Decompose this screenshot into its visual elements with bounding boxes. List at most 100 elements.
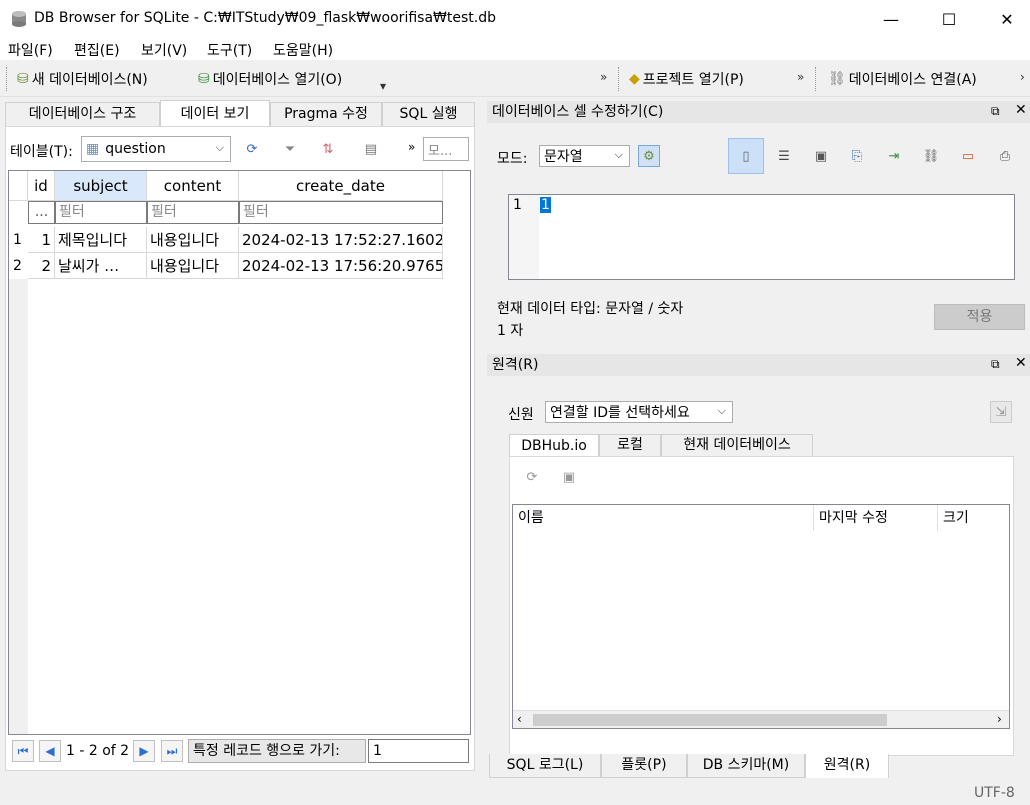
- identity-select[interactable]: 연결할 ID를 선택하세요 ⌵: [545, 401, 733, 423]
- column-header-content[interactable]: content: [147, 171, 239, 201]
- data-grid: id subject content create_date ... 필터 필터…: [8, 170, 471, 735]
- refresh-icon[interactable]: ⟳: [521, 466, 543, 488]
- new-database-label: 새 데이터베이스(N): [31, 72, 148, 88]
- set-as-null-icon[interactable]: ⇥: [883, 145, 905, 167]
- float-panel-icon[interactable]: ⧉: [991, 357, 1000, 372]
- goto-record-button[interactable]: 특정 레코드 행으로 가기:: [188, 739, 366, 763]
- table-cell[interactable]: 2024-02-13 17:52:27.160279: [239, 227, 443, 253]
- open-database-button[interactable]: ⛁ 데이터베이스 열기(O): [198, 69, 342, 89]
- toolbar-grip[interactable]: [6, 67, 9, 91]
- table-cell[interactable]: 날씨가 …: [55, 253, 147, 279]
- table-cell[interactable]: 2: [28, 253, 55, 279]
- attach-database-icon: ⛓: [828, 71, 846, 87]
- toolbar-overflow-2[interactable]: »: [797, 70, 804, 84]
- tab-edit-pragmas[interactable]: Pragma 수정: [270, 102, 382, 126]
- tab-remote[interactable]: 원격(R): [805, 754, 889, 778]
- tab-db-schema[interactable]: DB 스키마(M): [687, 754, 805, 778]
- remote-file-list[interactable]: 이름 마지막 수정 크기 ‹ ›: [512, 504, 1010, 729]
- table-cell[interactable]: 2024-02-13 17:56:20.976593: [239, 253, 443, 279]
- close-button[interactable]: ✕: [978, 0, 1030, 38]
- mode-label: 모드:: [497, 151, 528, 167]
- browse-overflow[interactable]: »: [408, 140, 415, 154]
- corner-header[interactable]: [9, 171, 28, 201]
- auto-switch-mode-icon[interactable]: ⚙: [638, 145, 660, 167]
- maximize-button[interactable]: ☐: [920, 0, 978, 38]
- row-header[interactable]: 1: [9, 227, 28, 253]
- attach-database-button[interactable]: ⛓ 데이터베이스 연결(A): [828, 69, 977, 89]
- print-icon[interactable]: ⎙: [994, 145, 1016, 167]
- word-wrap-icon[interactable]: ▯: [728, 138, 764, 174]
- remote-title: 원격(R): [487, 354, 1030, 376]
- tab-sql-log[interactable]: SQL 로그(L): [489, 754, 601, 778]
- filter-create-date[interactable]: 필터: [239, 201, 443, 224]
- title-bar: DB Browser for SQLite - C:₩ITStudy₩09_fl…: [0, 0, 1030, 38]
- apply-button[interactable]: 적용: [934, 304, 1025, 330]
- goto-record-input[interactable]: 1: [368, 739, 469, 763]
- new-database-button[interactable]: ⛁ 새 데이터베이스(N): [17, 69, 148, 89]
- tab-local[interactable]: 로컬: [599, 434, 661, 456]
- close-panel-icon[interactable]: ✕: [1015, 355, 1027, 371]
- horizontal-scrollbar[interactable]: ‹ ›: [513, 710, 1009, 728]
- table-select[interactable]: ▦ question ⌵: [81, 136, 231, 162]
- menu-view[interactable]: 보기(V): [141, 40, 187, 60]
- scrollbar-thumb[interactable]: [533, 714, 887, 726]
- filter-subject[interactable]: 필터: [55, 201, 147, 224]
- encoding-indicator: UTF-8: [974, 785, 1015, 801]
- save-table-icon[interactable]: ▤: [360, 138, 382, 160]
- toolbar-overflow-1[interactable]: »: [600, 70, 607, 84]
- column-header-id[interactable]: id: [28, 171, 55, 201]
- table-cell[interactable]: 제목입니다: [55, 227, 147, 253]
- clear-icon[interactable]: ▭: [957, 145, 979, 167]
- table-cell[interactable]: 내용입니다: [147, 227, 239, 253]
- clone-icon[interactable]: ▣: [558, 466, 580, 488]
- filter-id[interactable]: ...: [28, 201, 55, 224]
- tab-database-structure[interactable]: 데이터베이스 구조: [5, 102, 160, 126]
- sort-icon[interactable]: ⇅: [317, 138, 339, 160]
- remote-import-icon[interactable]: ⇲: [990, 401, 1012, 423]
- toolbar-grip[interactable]: [815, 67, 818, 91]
- column-header-create-date[interactable]: create_date: [239, 171, 443, 201]
- close-panel-icon[interactable]: ✕: [1015, 102, 1027, 118]
- go-last-icon[interactable]: ⏭: [161, 740, 183, 762]
- menu-tools[interactable]: 도구(T): [207, 40, 252, 60]
- record-navigation: ⏮ ◀ 1 - 2 of 2 ▶ ⏭ 특정 레코드 행으로 가기: 1: [8, 738, 471, 768]
- menu-edit[interactable]: 편집(E): [74, 40, 120, 60]
- dropdown-arrow-icon[interactable]: ▾: [380, 79, 386, 93]
- scroll-left-icon[interactable]: ‹: [517, 712, 522, 726]
- mode-select[interactable]: 문자열 ⌵: [539, 145, 630, 167]
- tab-browse-data[interactable]: 데이터 보기: [160, 100, 270, 126]
- export-icon[interactable]: ⎘: [846, 145, 868, 167]
- import-icon[interactable]: ▣: [810, 145, 832, 167]
- menu-help[interactable]: 도움말(H): [273, 40, 333, 60]
- column-header-subject[interactable]: subject: [55, 171, 147, 201]
- column-header-name[interactable]: 이름: [513, 505, 814, 531]
- link-icon[interactable]: ⛓: [920, 145, 942, 167]
- filter-content[interactable]: 필터: [147, 201, 239, 224]
- open-project-button[interactable]: ◆ 프로젝트 열기(P): [629, 69, 744, 89]
- tab-plot[interactable]: 플롯(P): [601, 754, 687, 778]
- toolbar-grip[interactable]: [618, 67, 621, 91]
- minimize-button[interactable]: —: [862, 0, 920, 38]
- go-next-icon[interactable]: ▶: [133, 740, 155, 762]
- refresh-icon[interactable]: ⟳: [241, 138, 263, 160]
- clear-filters-icon[interactable]: ⏷: [279, 138, 301, 160]
- table-cell[interactable]: 1: [28, 227, 55, 253]
- go-first-icon[interactable]: ⏮: [12, 740, 34, 762]
- tab-current-database[interactable]: 현재 데이터베이스: [661, 434, 813, 456]
- toolbar-overflow-3[interactable]: ›: [1020, 70, 1025, 84]
- column-header-last-modified[interactable]: 마지막 수정: [814, 505, 938, 531]
- column-header-size[interactable]: 크기: [938, 505, 1011, 531]
- identity-label: 신원: [508, 407, 534, 423]
- cell-editor-text[interactable]: 1: [540, 197, 551, 213]
- filter-in-all-columns-input[interactable]: 모...: [423, 137, 469, 161]
- cell-editor[interactable]: 1 1: [508, 194, 1015, 280]
- tab-execute-sql[interactable]: SQL 실행: [382, 102, 475, 126]
- go-previous-icon[interactable]: ◀: [39, 740, 61, 762]
- table-cell[interactable]: 내용입니다: [147, 253, 239, 279]
- tab-dbhub[interactable]: DBHub.io: [509, 434, 599, 458]
- float-panel-icon[interactable]: ⧉: [991, 104, 1000, 119]
- scroll-right-icon[interactable]: ›: [997, 712, 1002, 726]
- indent-icon[interactable]: ☰: [773, 145, 795, 167]
- row-header[interactable]: 2: [9, 253, 28, 279]
- menu-file[interactable]: 파일(F): [8, 40, 53, 60]
